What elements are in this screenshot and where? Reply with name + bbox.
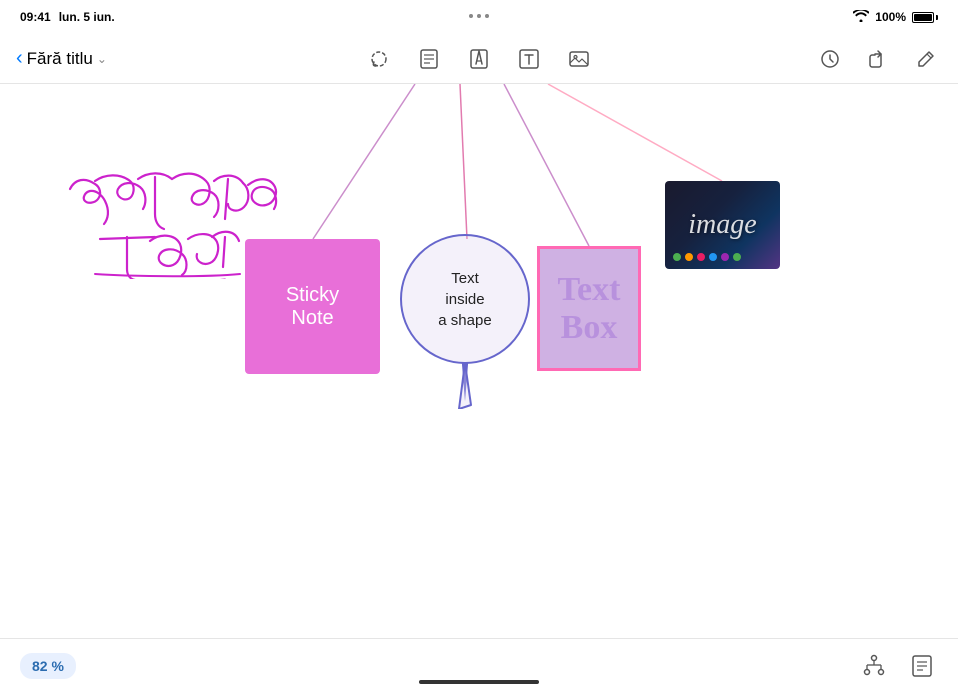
speech-bubble-text: Text inside a shape bbox=[438, 268, 491, 331]
nav-toolbar bbox=[363, 43, 595, 75]
document-title[interactable]: Fără titlu ⌄ bbox=[27, 49, 107, 69]
nav-bar: ‹ Fără titlu ⌄ bbox=[0, 34, 958, 84]
edit-button[interactable] bbox=[910, 43, 942, 75]
hierarchy-button[interactable] bbox=[858, 650, 890, 682]
text-tool-button[interactable] bbox=[513, 43, 545, 75]
insert-tool-button[interactable] bbox=[463, 43, 495, 75]
status-bar: 09:41 lun. 5 iun. 100% bbox=[0, 0, 958, 34]
text-box-content: TextBox bbox=[558, 271, 621, 346]
speech-bubble-tail bbox=[455, 363, 475, 409]
image-element[interactable]: image bbox=[665, 181, 780, 269]
canvas-area[interactable]: Sticky Note Text inside a shape TextBox … bbox=[0, 84, 958, 638]
share-button[interactable] bbox=[862, 43, 894, 75]
zoom-badge[interactable]: 82 % bbox=[20, 653, 76, 679]
status-date: lun. 5 iun. bbox=[59, 10, 115, 24]
status-left: 09:41 lun. 5 iun. bbox=[20, 10, 115, 24]
status-time: 09:41 bbox=[20, 10, 51, 24]
speech-bubble[interactable]: Text inside a shape bbox=[400, 234, 530, 364]
lasso-tool-button[interactable] bbox=[363, 43, 395, 75]
nav-right bbox=[814, 43, 942, 75]
sticky-note-text: Sticky Note bbox=[286, 284, 339, 330]
page-view-button[interactable] bbox=[906, 650, 938, 682]
battery-percent: 100% bbox=[875, 10, 906, 24]
image-tool-button[interactable] bbox=[563, 43, 595, 75]
home-indicator bbox=[419, 680, 539, 684]
history-button[interactable] bbox=[814, 43, 846, 75]
status-right: 100% bbox=[853, 10, 938, 25]
sticky-note[interactable]: Sticky Note bbox=[245, 239, 380, 374]
back-button[interactable]: ‹ bbox=[16, 47, 23, 70]
back-chevron-icon: ‹ bbox=[16, 47, 23, 70]
image-decoration bbox=[673, 253, 741, 261]
text-box[interactable]: TextBox bbox=[537, 246, 641, 371]
image-text: image bbox=[688, 209, 756, 241]
page-tool-button[interactable] bbox=[413, 43, 445, 75]
title-text: Fără titlu bbox=[27, 49, 93, 69]
title-dropdown-icon: ⌄ bbox=[97, 52, 107, 66]
wifi-icon bbox=[853, 10, 869, 25]
speech-bubble-container[interactable]: Text inside a shape bbox=[400, 234, 530, 364]
battery-icon bbox=[912, 12, 938, 23]
bottom-right-controls bbox=[858, 650, 938, 682]
